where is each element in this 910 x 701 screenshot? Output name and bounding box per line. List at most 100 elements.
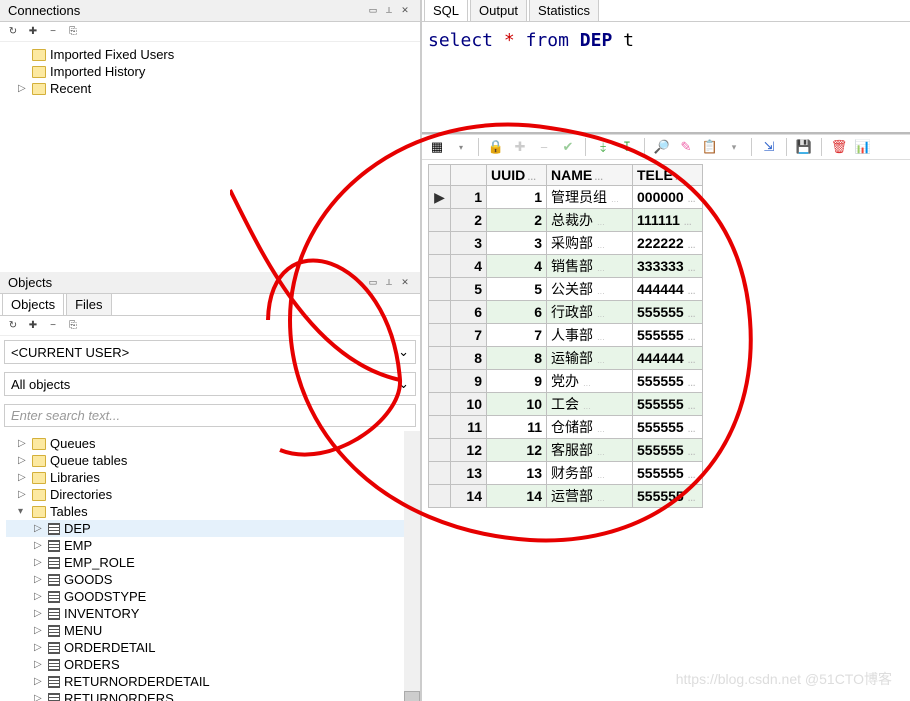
table-item[interactable]: ▷INVENTORY — [6, 605, 414, 622]
cell-tele[interactable]: 000000 … — [633, 186, 703, 209]
connections-item[interactable]: Imported History — [6, 63, 414, 80]
expand-icon[interactable]: ▷ — [34, 557, 44, 568]
table-item[interactable]: ▷GOODS — [6, 571, 414, 588]
cell-tele[interactable]: 555555 … — [633, 393, 703, 416]
expand-icon[interactable]: ▷ — [34, 523, 44, 534]
pin-icon[interactable]: ▭ — [366, 276, 380, 290]
find-icon[interactable]: 🔎 — [653, 138, 671, 156]
remove-icon[interactable]: − — [46, 25, 60, 39]
objects-tree[interactable]: ▷Queues▷Queue tables▷Libraries▷Directori… — [0, 431, 420, 701]
table-item[interactable]: ▷RETURNORDERS — [6, 690, 414, 701]
expand-icon[interactable]: ▷ — [34, 642, 44, 653]
add-row-icon[interactable]: ✚ — [511, 138, 529, 156]
column-header[interactable]: TELE… — [633, 165, 703, 186]
cell-name[interactable]: 公关部 … — [547, 278, 633, 301]
cell-tele[interactable]: 222222 … — [633, 232, 703, 255]
folder-item[interactable]: ▷Queue tables — [6, 452, 414, 469]
row-marker[interactable] — [429, 393, 451, 416]
row-marker[interactable] — [429, 485, 451, 508]
pin-icon[interactable]: ⟂ — [382, 4, 396, 18]
table-item[interactable]: ▷GOODSTYPE — [6, 588, 414, 605]
table-item[interactable]: ▷EMP_ROLE — [6, 554, 414, 571]
lock-icon[interactable]: 🔒 — [487, 138, 505, 156]
chevron-down-icon[interactable]: ▾ — [725, 138, 743, 156]
cell-uuid[interactable]: 11 — [487, 416, 547, 439]
cell-name[interactable]: 管理员组 … — [547, 186, 633, 209]
table-row[interactable]: 11 11 仓储部 … 555555 … — [429, 416, 703, 439]
refresh-icon[interactable]: ↻ — [6, 319, 20, 333]
row-marker[interactable] — [429, 209, 451, 232]
expand-icon[interactable]: ▷ — [34, 625, 44, 636]
row-marker[interactable] — [429, 278, 451, 301]
folder-item[interactable]: ▷Directories — [6, 486, 414, 503]
cell-uuid[interactable]: 14 — [487, 485, 547, 508]
close-icon[interactable]: ✕ — [398, 4, 412, 18]
table-item[interactable]: ▷DEP — [6, 520, 414, 537]
results-grid[interactable]: UUID… NAME… TELE… ▶ 1 1 管理员组 … 000000 … … — [428, 164, 703, 508]
cell-name[interactable]: 总裁办 … — [547, 209, 633, 232]
tab-objects[interactable]: Objects — [2, 293, 64, 315]
row-marker[interactable] — [429, 462, 451, 485]
connections-item[interactable]: ▷Recent — [6, 80, 414, 97]
connections-tree[interactable]: Imported Fixed UsersImported History▷Rec… — [0, 42, 420, 272]
expand-icon[interactable]: ▷ — [34, 591, 44, 602]
sql-editor[interactable]: select * from DEP t — [422, 22, 910, 134]
cell-uuid[interactable]: 10 — [487, 393, 547, 416]
column-header[interactable]: UUID… — [487, 165, 547, 186]
expand-icon[interactable]: ▷ — [18, 438, 28, 449]
copy-icon[interactable]: ⎘ — [66, 319, 80, 333]
expand-icon[interactable]: ▷ — [34, 608, 44, 619]
expand-icon[interactable]: ▷ — [34, 693, 44, 701]
table-item[interactable]: ▷EMP — [6, 537, 414, 554]
cell-tele[interactable]: 555555 … — [633, 439, 703, 462]
cell-uuid[interactable]: 9 — [487, 370, 547, 393]
tab-files[interactable]: Files — [66, 293, 111, 315]
table-row[interactable]: 14 14 运营部 … 555555 … — [429, 485, 703, 508]
save-icon[interactable]: 💾 — [795, 138, 813, 156]
remove-row-icon[interactable]: − — [535, 138, 553, 156]
expand-icon[interactable]: ▷ — [34, 659, 44, 670]
connections-item[interactable]: Imported Fixed Users — [6, 46, 414, 63]
cell-tele[interactable]: 444444 … — [633, 347, 703, 370]
chevron-down-icon[interactable]: ▾ — [452, 138, 470, 156]
copy-icon[interactable]: ⎘ — [66, 25, 80, 39]
grid-icon[interactable]: ▦ — [428, 138, 446, 156]
cell-name[interactable]: 工会 … — [547, 393, 633, 416]
cell-uuid[interactable]: 13 — [487, 462, 547, 485]
refresh-icon[interactable]: ↻ — [6, 25, 20, 39]
cell-name[interactable]: 销售部 … — [547, 255, 633, 278]
cell-uuid[interactable]: 12 — [487, 439, 547, 462]
tab-output[interactable]: Output — [470, 0, 527, 21]
stop-icon[interactable]: 🗑 — [830, 138, 848, 156]
table-item[interactable]: ▷MENU — [6, 622, 414, 639]
cell-name[interactable]: 运输部 … — [547, 347, 633, 370]
cell-name[interactable]: 人事部 … — [547, 324, 633, 347]
row-marker[interactable] — [429, 255, 451, 278]
copy-icon[interactable]: 📋 — [701, 138, 719, 156]
row-marker[interactable] — [429, 347, 451, 370]
table-row[interactable]: 6 6 行政部 … 555555 … — [429, 301, 703, 324]
export-icon[interactable]: ⇲ — [760, 138, 778, 156]
chart-icon[interactable]: 📊 — [854, 138, 872, 156]
cell-name[interactable]: 行政部 … — [547, 301, 633, 324]
tab-sql[interactable]: SQL — [424, 0, 468, 21]
cell-uuid[interactable]: 3 — [487, 232, 547, 255]
fetch-next-icon[interactable]: ↧ — [618, 138, 636, 156]
row-marker[interactable] — [429, 232, 451, 255]
table-item[interactable]: ▷RETURNORDERDETAIL — [6, 673, 414, 690]
cell-tele[interactable]: 333333 … — [633, 255, 703, 278]
commit-icon[interactable]: ✔ — [559, 138, 577, 156]
add-icon[interactable]: ✚ — [26, 319, 40, 333]
cell-tele[interactable]: 444444 … — [633, 278, 703, 301]
table-item[interactable]: ▷ORDERDETAIL — [6, 639, 414, 656]
cell-tele[interactable]: 555555 … — [633, 370, 703, 393]
row-marker[interactable] — [429, 416, 451, 439]
cell-uuid[interactable]: 2 — [487, 209, 547, 232]
cell-tele[interactable]: 555555 … — [633, 301, 703, 324]
cell-name[interactable]: 财务部 … — [547, 462, 633, 485]
user-dropdown[interactable]: <CURRENT USER> ⌄ — [4, 340, 416, 364]
tables-folder[interactable]: ▾ Tables — [6, 503, 414, 520]
cell-name[interactable]: 运营部 … — [547, 485, 633, 508]
row-marker[interactable] — [429, 301, 451, 324]
folder-item[interactable]: ▷Queues — [6, 435, 414, 452]
